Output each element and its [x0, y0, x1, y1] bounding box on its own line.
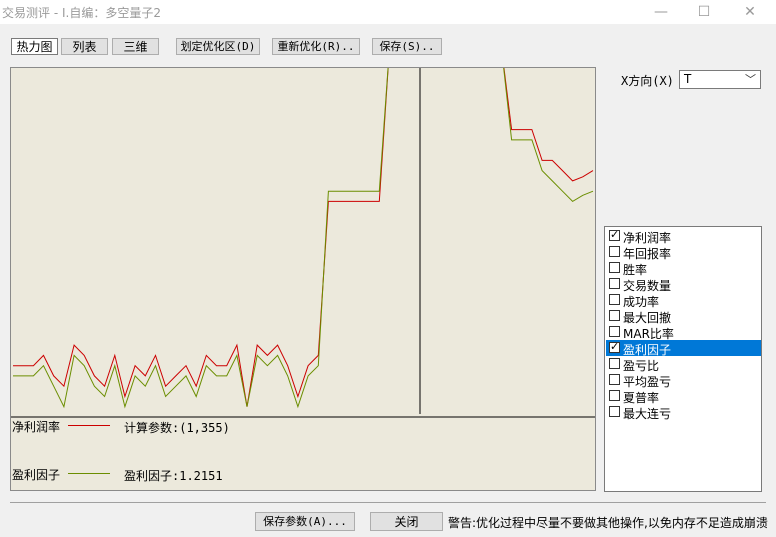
warning-text: 警告:优化过程中尽量不要做其他操作,以免内存不足造成崩溃 — [448, 516, 768, 530]
metric-item[interactable]: 胜率 — [606, 260, 761, 277]
tab-heatmap[interactable]: 热力图 — [11, 38, 58, 55]
metric-checkbox[interactable] — [609, 374, 620, 385]
tab-list[interactable]: 列表 — [61, 38, 108, 55]
title-bar: 交易测评 - I.自编：多空量子2 — ☐ ✕ — [0, 0, 776, 24]
metric-item[interactable]: 盈亏比 — [606, 356, 761, 373]
metric-checkbox[interactable] — [609, 294, 620, 305]
legend-net-profit-label: 净利润率 — [12, 420, 61, 434]
footer-divider — [10, 502, 766, 503]
save-button[interactable]: 保存(S).. — [372, 38, 442, 55]
series-line-0 — [13, 68, 594, 407]
chevron-down-icon: ﹀ — [745, 73, 756, 86]
metric-item[interactable]: ✓ 净利润率 — [606, 228, 761, 245]
metric-checkbox[interactable] — [609, 278, 620, 289]
checkmark-icon: ✓ — [610, 228, 620, 241]
x-direction-select[interactable]: T ﹀ — [679, 70, 761, 89]
metric-item[interactable]: 成功率 — [606, 292, 761, 309]
metric-checkbox[interactable] — [609, 326, 620, 337]
metric-checkbox[interactable] — [609, 390, 620, 401]
metric-item[interactable]: MAR比率 — [606, 324, 761, 341]
legend-profit-factor-info: 盈利因子:1.2151 — [124, 469, 223, 483]
minimize-icon[interactable]: — — [651, 4, 671, 20]
legend-net-profit-info: 计算参数:(1,355) — [124, 421, 230, 435]
metric-item[interactable]: 平均盈亏 — [606, 372, 761, 389]
close-button[interactable]: 关闭 — [370, 512, 443, 531]
metric-checkbox[interactable] — [609, 310, 620, 321]
series-line-1 — [13, 68, 594, 409]
save-params-button[interactable]: 保存参数(A)... — [255, 512, 355, 531]
legend-net-profit-swatch — [68, 425, 110, 426]
window-title: 交易测评 - I.自编：多空量子2 — [2, 6, 161, 20]
metric-item[interactable]: 交易数量 — [606, 276, 761, 293]
metric-checkbox[interactable]: ✓ — [609, 228, 620, 241]
metric-item[interactable]: 年回报率 — [606, 244, 761, 261]
x-direction-label: X方向(X) — [621, 74, 674, 88]
maximize-icon[interactable]: ☐ — [694, 4, 714, 20]
metric-checkbox[interactable]: ✓ — [609, 340, 620, 353]
metric-checkbox[interactable] — [609, 358, 620, 369]
legend-profit-factor-swatch — [68, 473, 110, 474]
metric-label: 最大连亏 — [623, 407, 672, 421]
metric-checkbox[interactable] — [609, 246, 620, 257]
reoptimize-button[interactable]: 重新优化(R).. — [272, 38, 360, 55]
define-range-button[interactable]: 划定优化区(D) — [176, 38, 260, 55]
chart-panel[interactable]: 净利润率 计算参数:(1,355) 盈利因子 盈利因子:1.2151 — [10, 67, 596, 491]
x-direction-value: T — [684, 72, 692, 86]
metric-checkbox[interactable] — [609, 262, 620, 273]
metric-item[interactable]: 最大连亏 — [606, 404, 761, 421]
checkmark-icon: ✓ — [610, 340, 620, 353]
metric-checkbox[interactable] — [609, 406, 620, 417]
optimization-chart[interactable] — [11, 68, 595, 490]
metric-item[interactable]: ✓ 盈利因子 — [606, 340, 761, 357]
close-icon[interactable]: ✕ — [740, 4, 760, 20]
metric-list[interactable]: ✓ 净利润率 年回报率 胜率 交易数量 成功率 最大回撤 MAR比率 ✓ 盈利因子 盈亏比 平均盈亏夏… — [604, 226, 762, 492]
metric-item[interactable]: 最大回撤 — [606, 308, 761, 325]
tab-3d[interactable]: 三维 — [112, 38, 159, 55]
legend-profit-factor-label: 盈利因子 — [12, 468, 61, 482]
metric-item[interactable]: 夏普率 — [606, 388, 761, 405]
